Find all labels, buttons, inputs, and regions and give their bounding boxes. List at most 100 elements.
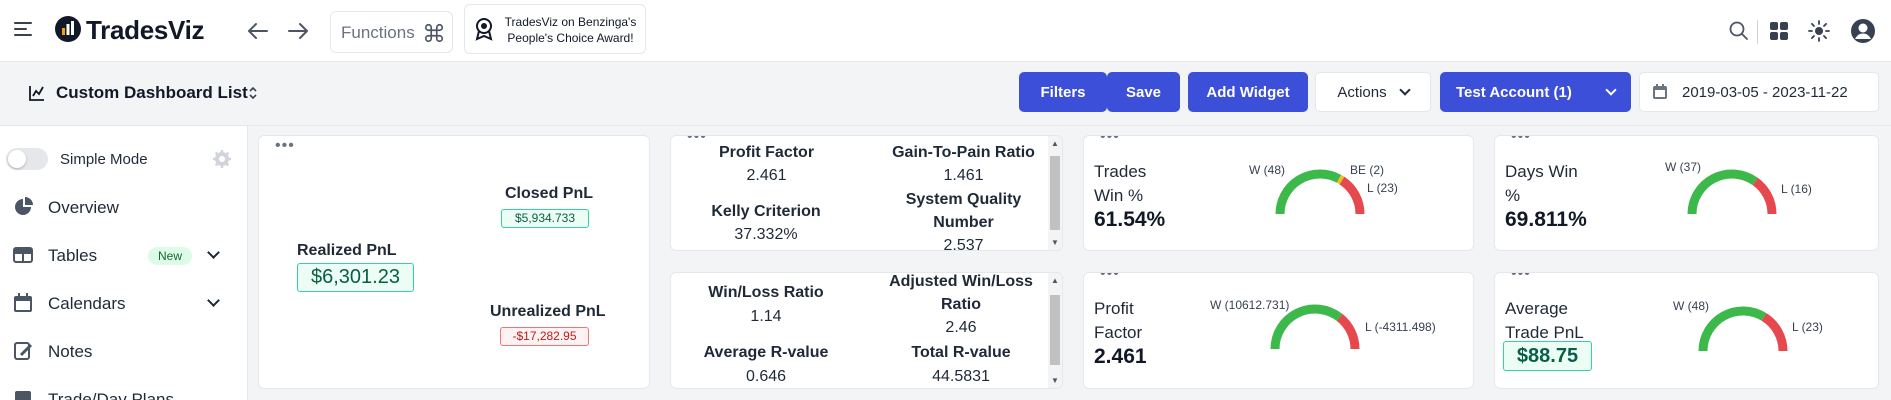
- gauge-title-line-1: Average: [1505, 299, 1569, 318]
- chevron-down-icon: [1398, 83, 1411, 96]
- scroll-up-icon[interactable]: ▲: [1051, 139, 1059, 148]
- total-r-value: 44.5831: [932, 368, 990, 385]
- sidebar-item-label: Overview: [48, 198, 119, 217]
- closed-pnl-value: $5,934.733: [501, 209, 589, 228]
- widget-menu-icon[interactable]: •••: [1511, 136, 1531, 145]
- chevron-down-icon: [1605, 83, 1617, 96]
- sqn-label: System Quality: [905, 191, 1022, 208]
- back-arrow-icon[interactable]: [245, 18, 271, 44]
- dashboard-toolbar: Custom Dashboard List Filters Save Add W…: [0, 62, 1891, 126]
- sidebar-item-calendars[interactable]: Calendars: [0, 284, 248, 324]
- sort-icon[interactable]: [247, 84, 259, 102]
- sidebar-item-tables[interactable]: Tables New: [0, 236, 248, 276]
- chevron-down-icon[interactable]: [207, 294, 220, 307]
- sidebar-item-plans[interactable]: Trade/Day Plans: [0, 380, 248, 400]
- profit-factor-gauge-card: ••• Profit Factor 2.461 W (10612.731) L (…: [1083, 272, 1474, 389]
- gauge-value: $88.75: [1503, 341, 1592, 371]
- dashboard-chart-icon: [29, 86, 44, 101]
- gauge-segment-loss: [1339, 176, 1365, 215]
- functions-button[interactable]: Functions: [330, 11, 453, 53]
- kelly-criterion-label: Kelly Criterion: [711, 203, 821, 220]
- sidebar-item-label: Calendars: [48, 294, 126, 313]
- filters-button[interactable]: Filters: [1019, 72, 1107, 112]
- award-banner[interactable]: TradesViz on Benzinga's People's Choice …: [464, 4, 646, 54]
- grid-icon[interactable]: [1768, 20, 1790, 42]
- realized-pnl-label: Realized PnL: [297, 242, 397, 259]
- gauge-value: 61.54%: [1094, 208, 1166, 231]
- gauge-title: Average Trade PnL: [1505, 297, 1584, 345]
- simple-mode-toggle[interactable]: [6, 148, 48, 170]
- scroll-down-icon[interactable]: ▼: [1051, 376, 1059, 385]
- scroll-thumb[interactable]: [1050, 156, 1060, 230]
- widget-menu-icon[interactable]: •••: [1100, 273, 1120, 282]
- sqn-value: 2.537: [943, 237, 984, 251]
- sidebar-item-notes[interactable]: Notes: [0, 332, 248, 372]
- account-selector[interactable]: Test Account (1): [1440, 72, 1631, 112]
- chevron-down-icon[interactable]: [207, 246, 220, 259]
- user-icon[interactable]: [1850, 18, 1876, 44]
- gain-to-pain-value: 1.461: [943, 167, 984, 184]
- kelly-criterion-value: 37.332%: [734, 226, 798, 243]
- gauge-win-label: W (10612.731): [1210, 298, 1290, 312]
- widget-menu-icon[interactable]: •••: [1100, 136, 1120, 145]
- gain-to-pain-label: Gain-To-Pain Ratio: [892, 144, 1035, 161]
- date-range-picker[interactable]: 2019-03-05 - 2023-11-22: [1639, 72, 1879, 112]
- search-icon[interactable]: [1728, 20, 1750, 42]
- calendar-icon: [14, 293, 32, 312]
- toolbar-divider: [1757, 20, 1758, 44]
- actions-label: Actions: [1337, 83, 1387, 101]
- trades-win-gauge-card: ••• Trades Win % 61.54% W (48) BE (2) L (…: [1083, 135, 1474, 251]
- gauge-title: Days Win%: [1505, 160, 1578, 208]
- gauge-segment-win: [1698, 306, 1767, 352]
- simple-mode-label: Simple Mode: [60, 151, 148, 168]
- notes-icon: [14, 342, 33, 360]
- gauge-title: Trades Win %: [1094, 160, 1146, 208]
- plans-icon: [15, 391, 31, 400]
- table-icon: [13, 247, 33, 263]
- scrollbar[interactable]: ▲ ▼: [1048, 136, 1062, 250]
- avg-trade-gauge-card: ••• Average Trade PnL $88.75 W (48) L (23…: [1494, 272, 1879, 389]
- profit-factor-label: Profit Factor: [718, 144, 815, 161]
- sidebar-item-overview[interactable]: Overview: [0, 188, 248, 228]
- save-button[interactable]: Save: [1107, 72, 1180, 112]
- award-icon: [475, 18, 493, 41]
- sqn-label-2: Number: [933, 214, 994, 231]
- gauge-title-line-1: Trades: [1094, 162, 1147, 181]
- widget-menu-icon[interactable]: •••: [275, 138, 295, 154]
- sidebar-item-label: Tables: [48, 246, 98, 265]
- scroll-down-icon[interactable]: ▼: [1051, 238, 1059, 247]
- profit-factor-value: 2.461: [746, 167, 787, 184]
- actions-dropdown[interactable]: Actions: [1315, 72, 1431, 112]
- calendar-icon: [1653, 84, 1667, 99]
- average-r-value: 0.646: [745, 368, 787, 385]
- app-logo-text[interactable]: TradesViz: [86, 15, 205, 46]
- scrollbar[interactable]: ▲ ▼: [1048, 273, 1062, 388]
- sun-icon[interactable]: [1808, 20, 1830, 42]
- gauge-loss-label: L (23): [1792, 320, 1823, 334]
- sidebar: Simple Mode Overview Tables New Calendar…: [0, 126, 248, 400]
- stats-card-ratios: ••• Profit Factor 2.461 Gain-To-Pain Rat…: [670, 135, 1063, 251]
- gear-icon[interactable]: [212, 149, 232, 169]
- gauge-title-line-2: Win %: [1094, 186, 1144, 205]
- menu-icon[interactable]: [14, 22, 32, 36]
- days-win-gauge-card: ••• Days Win% 69.811% W (37) L (16): [1494, 135, 1879, 251]
- gauge-segment-loss: [1761, 313, 1788, 352]
- average-r-value-label: Average R-value: [703, 344, 829, 361]
- widget-menu-icon[interactable]: •••: [687, 136, 707, 145]
- gauge-title-line-2: %: [1505, 186, 1521, 205]
- gauge-segment-breakeven: [1336, 174, 1345, 185]
- scroll-up-icon[interactable]: ▲: [1051, 276, 1059, 285]
- scroll-thumb[interactable]: [1050, 295, 1060, 365]
- sidebar-item-label: Trade/Day Plans: [48, 390, 174, 400]
- dashboard-title[interactable]: Custom Dashboard List: [56, 83, 248, 103]
- adjusted-win-loss-value: 2.46: [945, 319, 977, 336]
- command-icon: [424, 23, 444, 43]
- widget-menu-icon[interactable]: •••: [1511, 273, 1531, 282]
- gauge-value: 69.811%: [1505, 208, 1587, 231]
- gauge-loss-label: L (16): [1781, 182, 1812, 196]
- logo-icon[interactable]: [53, 14, 83, 44]
- add-widget-button[interactable]: Add Widget: [1188, 72, 1308, 112]
- forward-arrow-icon[interactable]: [285, 18, 311, 44]
- gauge-title-line-2: Trade PnL: [1505, 323, 1584, 342]
- gauge-segment-loss: [1336, 313, 1360, 350]
